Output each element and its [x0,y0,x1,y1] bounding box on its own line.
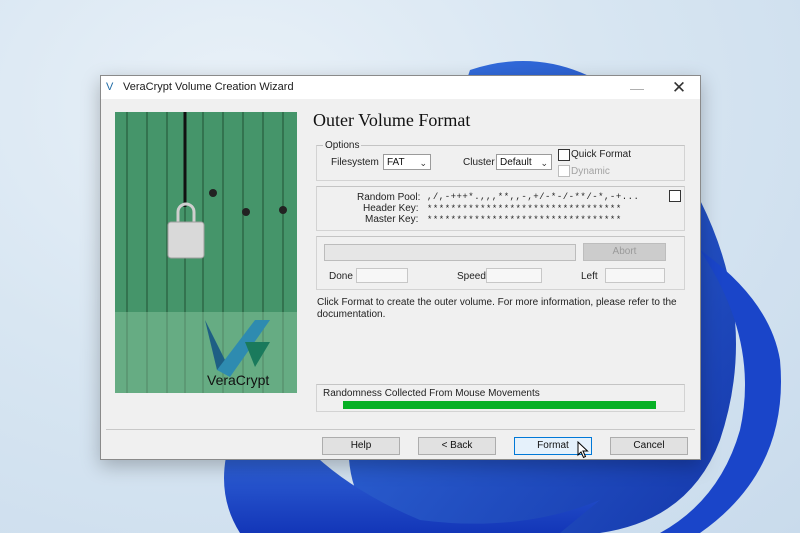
wizard-banner-image: VeraCrypt [115,112,297,393]
cluster-label: Cluster [463,157,495,168]
speed-field [486,268,542,283]
title-bar: V VeraCrypt Volume Creation Wizard — ✕ [101,76,700,99]
window-title: VeraCrypt Volume Creation Wizard [123,81,294,93]
chevron-down-icon: ⌄ [419,158,427,168]
dynamic-checkbox[interactable] [558,165,570,177]
filesystem-label: Filesystem [331,157,379,168]
help-button[interactable]: Help [322,437,400,455]
master-key-value: ********************************* [427,215,622,225]
close-icon[interactable]: ✕ [661,77,697,99]
dynamic-label: Dynamic [571,166,610,177]
filesystem-select[interactable]: FAT ⌄ [383,154,431,170]
done-field [356,268,408,283]
page-title: Outer Volume Format [313,110,471,130]
master-key-label: Master Key: [365,214,419,225]
options-legend: Options [323,140,362,151]
button-separator [106,429,695,430]
cluster-select[interactable]: Default ⌄ [496,154,552,170]
header-key-value: ********************************* [427,204,622,214]
done-label: Done [329,271,353,282]
left-field [605,268,665,283]
randomness-progress-bar [343,401,656,409]
back-button[interactable]: < Back [418,437,496,455]
random-pool-label: Random Pool: [357,192,421,203]
info-text: Click Format to create the outer volume.… [317,297,677,320]
randomness-label: Randomness Collected From Mouse Movement… [323,388,540,399]
mouse-cursor-icon [577,441,589,459]
left-label: Left [581,271,598,282]
abort-button[interactable]: Abort [583,243,666,261]
quick-format-label[interactable]: Quick Format [571,149,631,160]
veracrypt-app-icon: V [106,81,114,93]
format-progress-bar [324,244,576,261]
speed-label: Speed [457,271,486,282]
chevron-down-icon: ⌄ [540,158,548,168]
cancel-button[interactable]: Cancel [610,437,688,455]
show-keys-checkbox[interactable] [669,190,681,202]
minimize-icon[interactable]: — [619,77,655,99]
randomness-progress-fill [343,401,656,409]
random-pool-value: ,/,-+++*.,,,**,,-,+/-*-/-**/-*,-+... [427,192,640,202]
filesystem-value: FAT [387,157,405,168]
header-key-label: Header Key: [363,203,419,214]
wizard-window: V VeraCrypt Volume Creation Wizard — ✕ V… [100,75,701,460]
quick-format-checkbox[interactable] [558,149,570,161]
cluster-value: Default [500,157,532,168]
veracrypt-logo-text: VeraCrypt [207,372,269,388]
